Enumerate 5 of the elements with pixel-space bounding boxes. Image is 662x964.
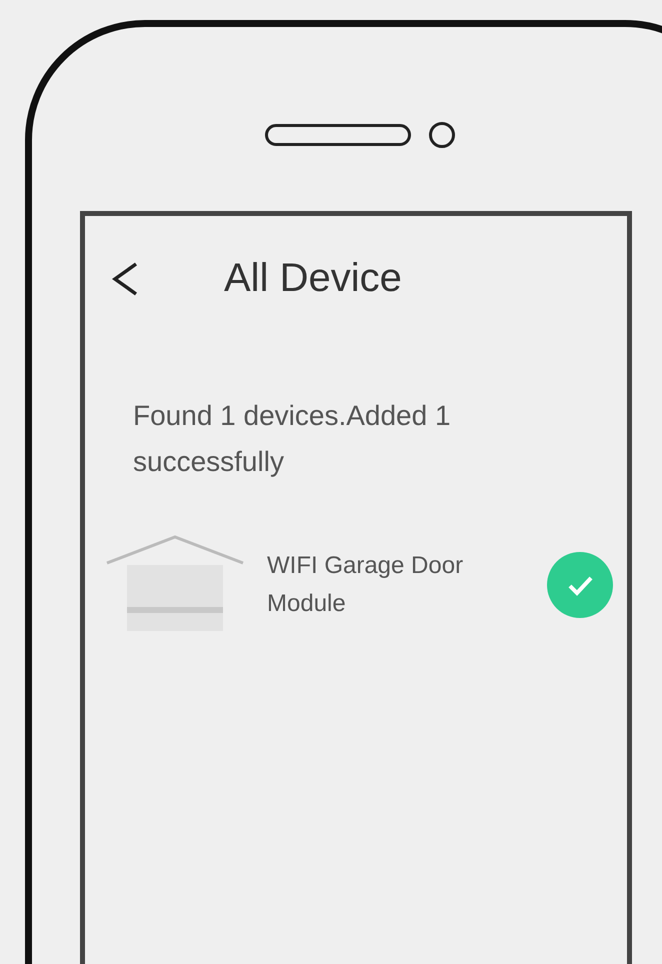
back-icon[interactable]	[110, 260, 140, 296]
screen-title: All Device	[224, 256, 402, 301]
device-name: WIFI Garage Door Module	[267, 551, 464, 619]
status-message: Found 1 devices.Added 1 successfully	[133, 399, 452, 479]
camera-dot	[429, 122, 455, 148]
